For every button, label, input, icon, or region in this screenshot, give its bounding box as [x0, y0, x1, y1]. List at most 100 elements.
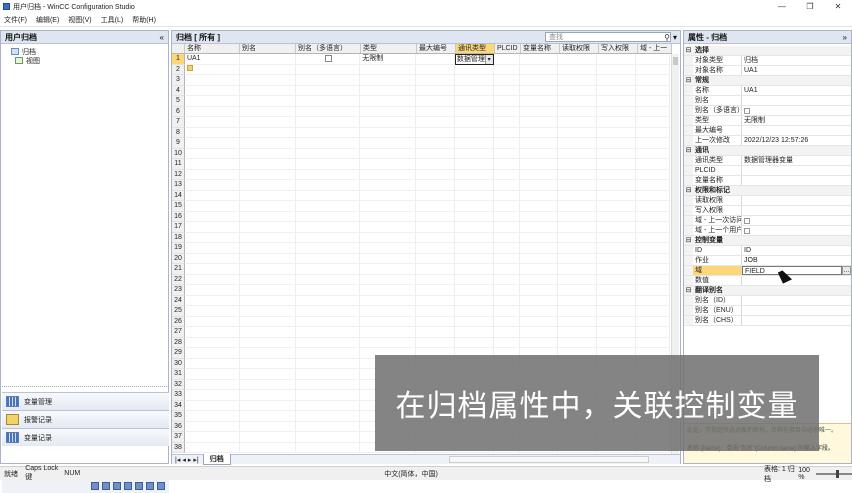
- browse-button[interactable]: …: [842, 266, 851, 275]
- grid-cell[interactable]: [519, 106, 559, 117]
- property-category[interactable]: ⊟ 控制变量: [684, 236, 851, 246]
- multilang-checkbox[interactable]: [324, 54, 332, 62]
- grid-cell[interactable]: [636, 96, 670, 107]
- property-row[interactable]: 对象名称 UA1: [684, 66, 851, 76]
- column-header[interactable]: 通讯类型: [456, 44, 495, 53]
- collapse-group-icon[interactable]: ⊟: [684, 146, 693, 155]
- table-row[interactable]: 19: [172, 243, 670, 254]
- grid-cell[interactable]: [493, 243, 520, 254]
- grid-cell[interactable]: [239, 180, 296, 191]
- cell-name[interactable]: [184, 64, 240, 75]
- grid-cell[interactable]: [360, 337, 416, 348]
- grid-cell[interactable]: [360, 222, 416, 233]
- grid-cell[interactable]: [558, 274, 598, 285]
- row-number[interactable]: 33: [172, 390, 185, 401]
- grid-cell[interactable]: [295, 159, 361, 170]
- grid-cell[interactable]: [558, 306, 598, 317]
- menu-edit[interactable]: 编辑(E): [36, 15, 59, 25]
- property-category[interactable]: ⊟ 常规: [684, 76, 851, 86]
- cell-tag-name[interactable]: [519, 64, 559, 75]
- grid-cell[interactable]: [416, 138, 455, 149]
- grid-cell[interactable]: [454, 327, 494, 338]
- property-value[interactable]: [742, 196, 851, 205]
- menu-file[interactable]: 文件(F): [4, 15, 27, 25]
- grid-cell[interactable]: [239, 148, 296, 159]
- table-row[interactable]: 22: [172, 274, 670, 285]
- table-row[interactable]: 9: [172, 138, 670, 149]
- grid-cell[interactable]: [239, 358, 296, 369]
- nav-alarm-logging[interactable]: 报警记录: [2, 410, 169, 428]
- property-row[interactable]: 数值: [684, 276, 851, 286]
- row-number[interactable]: 28: [172, 337, 185, 348]
- grid-cell[interactable]: [558, 211, 598, 222]
- last-sheet-icon[interactable]: ▸|: [193, 456, 198, 464]
- row-number[interactable]: 10: [172, 148, 185, 159]
- property-row[interactable]: 对象类型 归档: [684, 56, 851, 66]
- grid-cell[interactable]: [519, 117, 559, 128]
- grid-cell[interactable]: [454, 211, 494, 222]
- grid-cell[interactable]: [558, 148, 598, 159]
- grid-cell[interactable]: [360, 274, 416, 285]
- grid-cell[interactable]: [184, 358, 240, 369]
- grid-cell[interactable]: [454, 316, 494, 327]
- grid-cell[interactable]: [295, 264, 361, 275]
- editor-shortcut-icon[interactable]: [157, 482, 165, 490]
- grid-cell[interactable]: [295, 211, 361, 222]
- editor-shortcut-icon[interactable]: [102, 482, 110, 490]
- column-header[interactable]: 名称: [185, 44, 240, 53]
- grid-cell[interactable]: [184, 159, 240, 170]
- cell-tag-name[interactable]: [519, 54, 559, 65]
- row-number[interactable]: 14: [172, 190, 185, 201]
- row-number[interactable]: 25: [172, 306, 185, 317]
- grid-cell[interactable]: [636, 117, 670, 128]
- row-number[interactable]: 19: [172, 243, 185, 254]
- row-number[interactable]: 3: [172, 75, 185, 86]
- collapse-group-icon[interactable]: ⊟: [684, 46, 693, 55]
- grid-cell[interactable]: [295, 295, 361, 306]
- grid-cell[interactable]: [519, 306, 559, 317]
- grid-cell[interactable]: [416, 222, 455, 233]
- close-button[interactable]: ✕: [824, 0, 852, 13]
- grid-cell[interactable]: [636, 159, 670, 170]
- grid-cell[interactable]: [239, 211, 296, 222]
- property-row[interactable]: 域 - 上一个用户: [684, 226, 851, 236]
- grid-cell[interactable]: [597, 211, 637, 222]
- row-number[interactable]: 31: [172, 369, 185, 380]
- grid-cell[interactable]: [454, 306, 494, 317]
- grid-cell[interactable]: [295, 379, 361, 390]
- grid-cell[interactable]: [597, 274, 637, 285]
- grid-cell[interactable]: [597, 222, 637, 233]
- grid-cell[interactable]: [184, 264, 240, 275]
- grid-cell[interactable]: [493, 85, 520, 96]
- collapse-group-icon[interactable]: ⊟: [684, 286, 693, 295]
- grid-cell[interactable]: [454, 148, 494, 159]
- grid-cell[interactable]: [416, 285, 455, 296]
- grid-cell[interactable]: [184, 285, 240, 296]
- grid-cell[interactable]: [597, 201, 637, 212]
- row-number[interactable]: 17: [172, 222, 185, 233]
- grid-cell[interactable]: [416, 306, 455, 317]
- grid-cell[interactable]: [295, 358, 361, 369]
- grid-cell[interactable]: [295, 96, 361, 107]
- table-row[interactable]: 28: [172, 337, 670, 348]
- grid-cell[interactable]: [597, 169, 637, 180]
- grid-cell[interactable]: [416, 127, 455, 138]
- table-row[interactable]: 15: [172, 201, 670, 212]
- property-value[interactable]: [742, 176, 851, 185]
- row-number[interactable]: 12: [172, 169, 185, 180]
- cell-plcid[interactable]: [493, 64, 520, 75]
- grid-cell[interactable]: [558, 159, 598, 170]
- grid-cell[interactable]: [597, 306, 637, 317]
- grid-cell[interactable]: [360, 190, 416, 201]
- property-row[interactable]: ID ID: [684, 246, 851, 256]
- grid-cell[interactable]: [493, 232, 520, 243]
- grid-cell[interactable]: [597, 75, 637, 86]
- grid-cell[interactable]: [558, 285, 598, 296]
- grid-cell[interactable]: [295, 117, 361, 128]
- grid-cell[interactable]: [519, 96, 559, 107]
- row-number[interactable]: 7: [172, 117, 185, 128]
- grid-cell[interactable]: [360, 327, 416, 338]
- grid-cell[interactable]: [184, 421, 240, 432]
- row-number[interactable]: 15: [172, 201, 185, 212]
- grid-cell[interactable]: [295, 400, 361, 411]
